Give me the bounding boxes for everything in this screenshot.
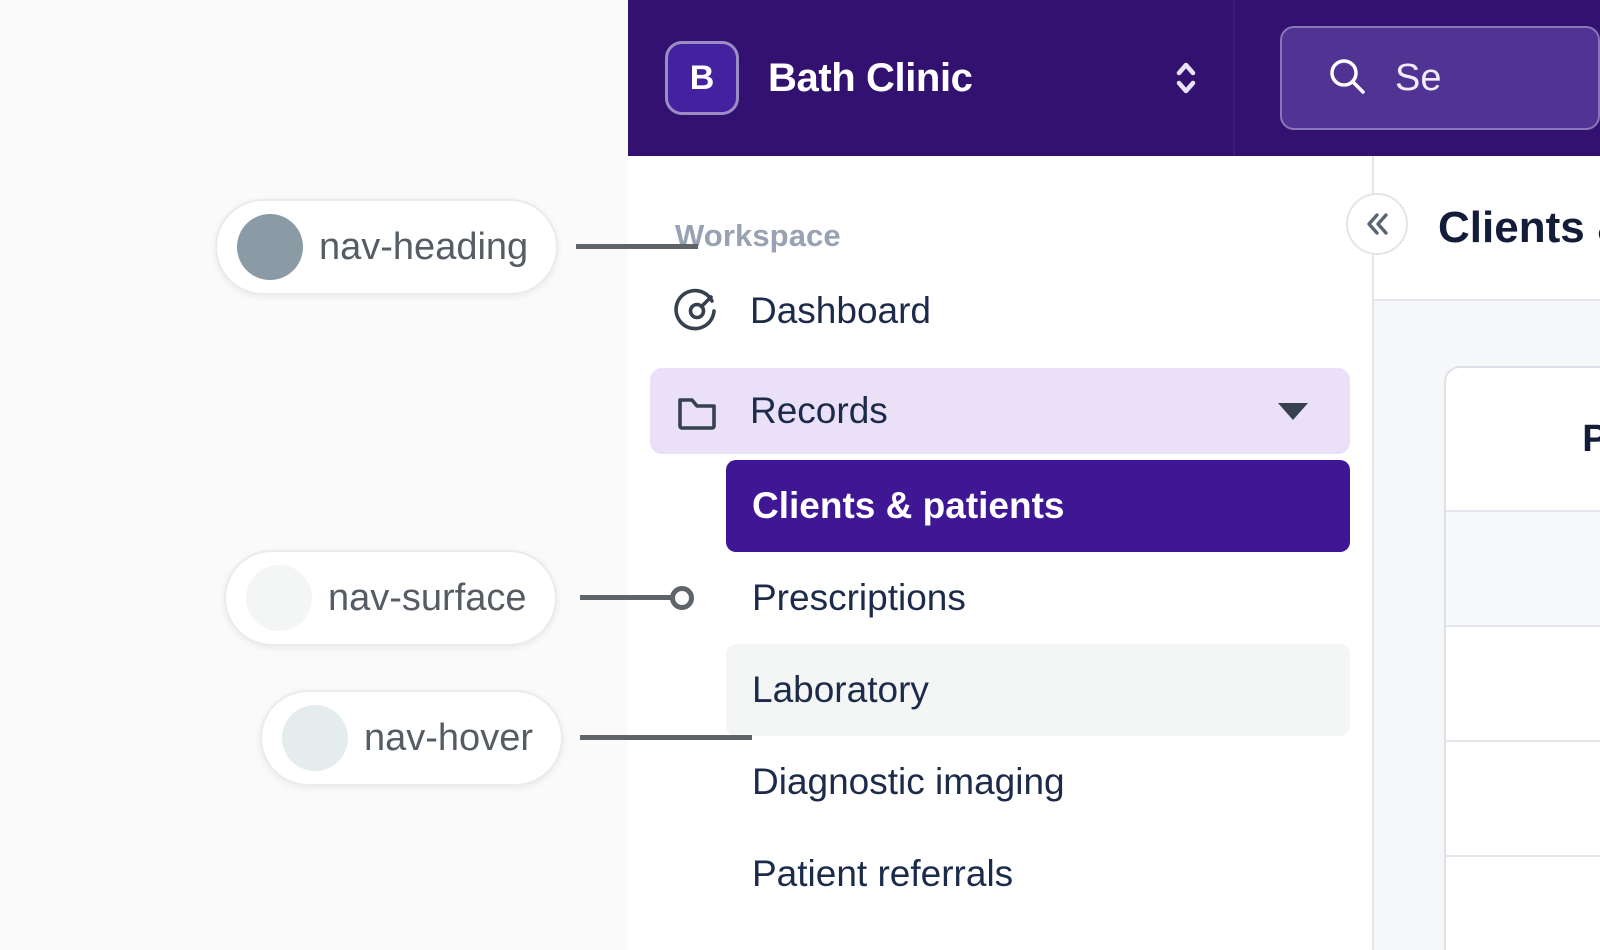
workspace-logo-initial: B (689, 58, 715, 97)
main-header: Clients & patients (1374, 156, 1600, 301)
color-swatch-nav-hover (282, 705, 348, 771)
search-icon (1327, 56, 1367, 101)
annotation-label: nav-surface (328, 576, 527, 619)
sidebar-item-dashboard[interactable]: Dashboard (650, 268, 1350, 354)
table-row[interactable]: 350 (1446, 627, 1600, 742)
nav-section-heading: Workspace (675, 218, 841, 253)
annotation-label: nav-heading (319, 225, 529, 268)
screenshot-root: B Bath Clinic Se Workspace Dashboard Rec… (0, 0, 1600, 950)
color-swatch-nav-surface (246, 565, 312, 631)
chevron-up-down-icon[interactable] (1169, 54, 1203, 102)
annotation-pill-nav-hover[interactable]: nav-hover (260, 690, 563, 786)
annotation-label: nav-hover (364, 716, 533, 759)
main-body: Payments 350 2 (1374, 301, 1600, 950)
search-input[interactable]: Se (1280, 26, 1600, 130)
search-area: Se (1235, 0, 1600, 156)
sidebar-item-records[interactable]: Records (650, 368, 1350, 454)
folder-icon (674, 388, 720, 434)
color-swatch-nav-heading (237, 214, 303, 280)
sidebar-item-label: Dashboard (750, 290, 932, 331)
sidebar-item-label: Records (750, 390, 888, 431)
caret-down-icon[interactable] (1278, 402, 1308, 420)
gauge-icon (674, 288, 720, 334)
submenu-item-clients-patients[interactable]: Clients & patients (726, 460, 1350, 552)
chevrons-left-icon (1367, 213, 1388, 235)
table-row[interactable] (1446, 512, 1600, 627)
application-window: B Bath Clinic Se Workspace Dashboard Rec… (628, 0, 1600, 950)
collapse-sidebar-button[interactable] (1346, 193, 1408, 255)
workspace-switcher[interactable]: B Bath Clinic (628, 0, 1235, 156)
main-content-panel: Clients & patients Payments 350 2 (1374, 156, 1600, 950)
search-placeholder-text: Se (1395, 56, 1442, 99)
top-header-bar: B Bath Clinic Se (628, 0, 1600, 156)
submenu-item-prescriptions[interactable]: Prescriptions (726, 552, 1350, 644)
workspace-name: Bath Clinic (768, 55, 973, 100)
table-row[interactable]: 2 (1446, 742, 1600, 857)
annotation-pill-nav-surface[interactable]: nav-surface (224, 550, 557, 646)
submenu-item-patient-referrals[interactable]: Patient referrals (726, 828, 1350, 920)
workspace-logo-badge: B (665, 41, 739, 115)
payments-table: Payments 350 2 (1444, 366, 1600, 950)
annotation-pill-nav-heading[interactable]: nav-heading (215, 199, 559, 295)
submenu-item-laboratory[interactable]: Laboratory (726, 644, 1350, 736)
table-header-cell: Payments (1446, 368, 1600, 512)
page-title: Clients & patients (1438, 202, 1600, 252)
records-submenu: Clients & patients Prescriptions Laborat… (650, 460, 1350, 920)
sidebar-navigation: Workspace Dashboard Records Clients & pa… (628, 156, 1374, 950)
submenu-item-diagnostic-imaging[interactable]: Diagnostic imaging (726, 736, 1350, 828)
